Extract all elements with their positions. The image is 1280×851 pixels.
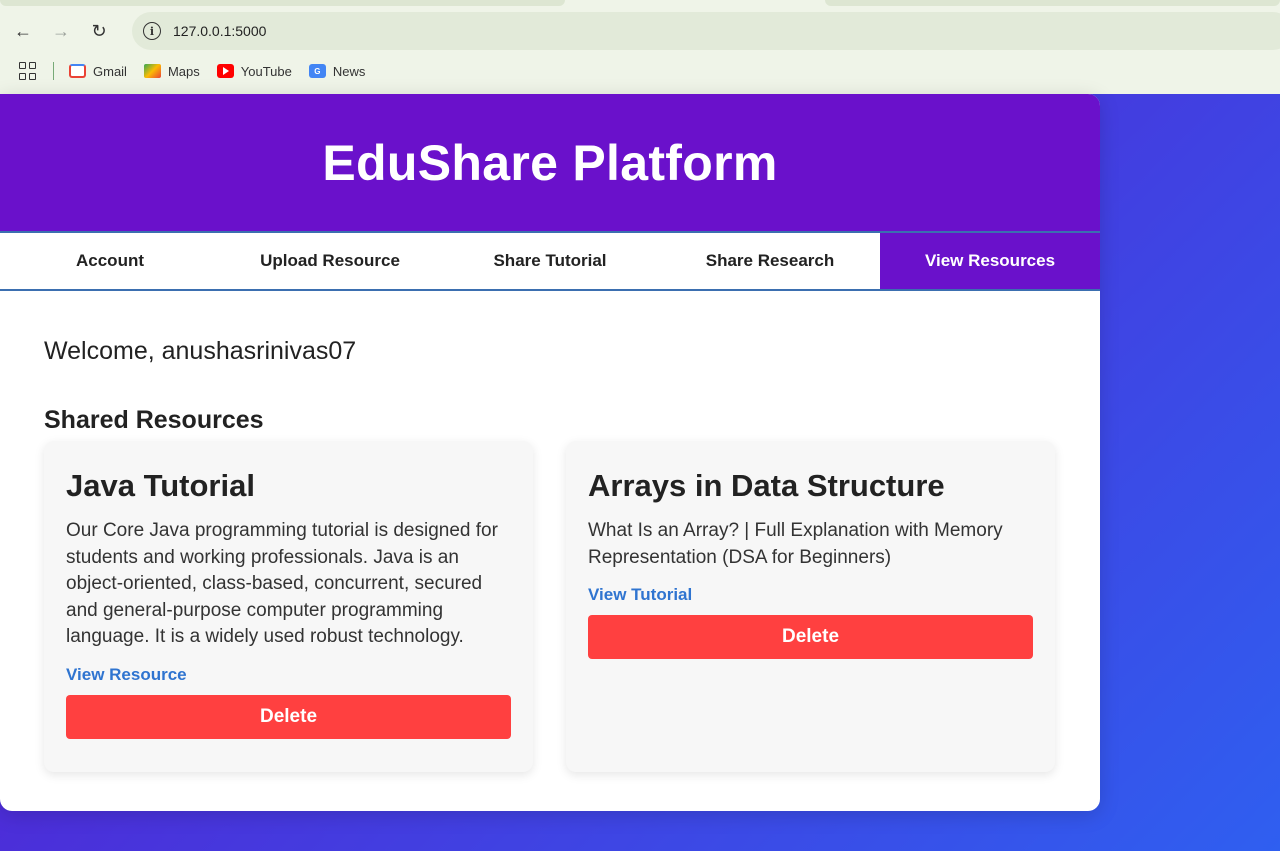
- section-title: Shared Resources: [44, 406, 264, 434]
- bookmark-news[interactable]: G News: [308, 63, 366, 79]
- nav-share-research[interactable]: Share Research: [660, 233, 880, 289]
- maps-icon: [143, 64, 161, 78]
- address-bar[interactable]: i 127.0.0.1:5000: [132, 12, 1280, 50]
- page-title: EduShare Platform: [322, 134, 778, 191]
- welcome-text: Welcome, anushasrinivas07: [44, 337, 357, 365]
- browser-chrome: ← → ↻ i 127.0.0.1:5000 Gmail Maps YouTub…: [0, 0, 1280, 94]
- nav-upload-resource[interactable]: Upload Resource: [220, 233, 440, 289]
- bookmark-label: YouTube: [240, 63, 292, 79]
- bookmark-label: News: [332, 63, 366, 79]
- gmail-icon: [69, 64, 86, 78]
- news-icon: G: [308, 64, 326, 78]
- view-resource-link[interactable]: View Resource: [66, 665, 511, 685]
- reload-icon[interactable]: ↻: [84, 16, 114, 46]
- bookmark-label: Maps: [167, 63, 200, 79]
- tab-hint: [825, 0, 1280, 6]
- delete-button[interactable]: Delete: [66, 694, 511, 739]
- forward-icon[interactable]: →: [46, 16, 76, 46]
- resource-card: Arrays in Data Structure What Is an Arra…: [566, 441, 1055, 772]
- site-info-icon[interactable]: i: [143, 22, 161, 40]
- nav-share-tutorial[interactable]: Share Tutorial: [440, 233, 660, 289]
- resource-title: Arrays in Data Structure: [588, 468, 945, 503]
- url-text: 127.0.0.1:5000: [173, 23, 267, 39]
- resource-description: What Is an Array? | Full Explanation wit…: [588, 520, 1003, 568]
- bookmark-youtube[interactable]: YouTube: [216, 63, 292, 79]
- resource-title: Java Tutorial: [66, 468, 255, 503]
- bookmark-gmail[interactable]: Gmail: [69, 64, 127, 79]
- bookmark-divider: [53, 62, 54, 80]
- resource-grid: Java Tutorial Our Core Java programming …: [44, 441, 1056, 772]
- browser-toolbar: ← → ↻ i 127.0.0.1:5000: [0, 10, 1280, 52]
- view-tutorial-link[interactable]: View Tutorial: [588, 585, 1033, 605]
- main-nav: Account Upload Resource Share Tutorial S…: [0, 231, 1100, 291]
- nav-view-resources[interactable]: View Resources: [880, 233, 1100, 289]
- resource-card: Java Tutorial Our Core Java programming …: [44, 441, 533, 772]
- bookmark-label: Gmail: [93, 63, 127, 79]
- main-card: EduShare Platform Account Upload Resourc…: [0, 94, 1100, 811]
- content-area: Welcome, anushasrinivas07 Shared Resourc…: [0, 291, 1100, 772]
- resource-description: Our Core Java programming tutorial is de…: [66, 520, 498, 648]
- nav-account[interactable]: Account: [0, 233, 220, 289]
- bookmarks-bar: Gmail Maps YouTube G News: [0, 58, 1280, 84]
- youtube-icon: [216, 64, 234, 78]
- page-header: EduShare Platform: [0, 94, 1100, 231]
- tab-hint: [0, 0, 565, 6]
- delete-button[interactable]: Delete: [588, 615, 1033, 660]
- apps-grid-icon[interactable]: [19, 62, 37, 80]
- back-icon[interactable]: ←: [8, 16, 38, 46]
- bookmark-maps[interactable]: Maps: [143, 63, 200, 79]
